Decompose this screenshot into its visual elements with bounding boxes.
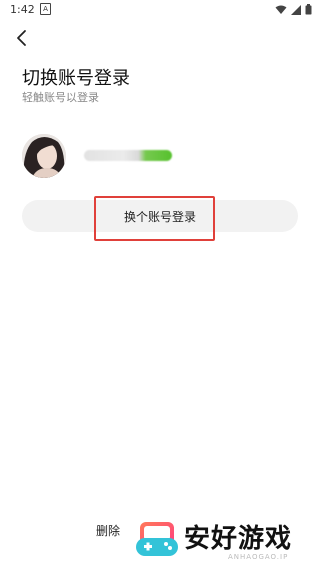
- account-item[interactable]: [22, 134, 302, 180]
- battery-icon: [305, 4, 312, 15]
- avatar-image: [22, 134, 66, 178]
- status-icons: [275, 4, 312, 15]
- avatar: [22, 134, 66, 178]
- switch-account-button[interactable]: 换个账号登录: [22, 200, 298, 232]
- signal-icon: [291, 4, 301, 15]
- gamepad-logo-icon: [136, 522, 178, 556]
- switch-account-label: 换个账号登录: [123, 209, 196, 224]
- notification-icon: A: [40, 3, 51, 15]
- watermark-brand: 安好游戏: [184, 524, 293, 554]
- page-title: 切换账号登录: [22, 68, 130, 89]
- watermark-url: ANHAOGAO.IP: [228, 553, 289, 561]
- page-subtitle: 轻触账号以登录: [22, 91, 99, 104]
- watermark-logo: 安好游戏 ANHAOGAO.IP: [136, 516, 316, 562]
- wifi-icon: [275, 5, 287, 14]
- delete-button[interactable]: 删除: [96, 522, 120, 539]
- status-bar: 1:42 A: [0, 0, 320, 20]
- status-time: 1:42: [10, 3, 35, 16]
- account-name-redacted: [84, 150, 172, 161]
- back-arrow-icon[interactable]: [12, 28, 32, 48]
